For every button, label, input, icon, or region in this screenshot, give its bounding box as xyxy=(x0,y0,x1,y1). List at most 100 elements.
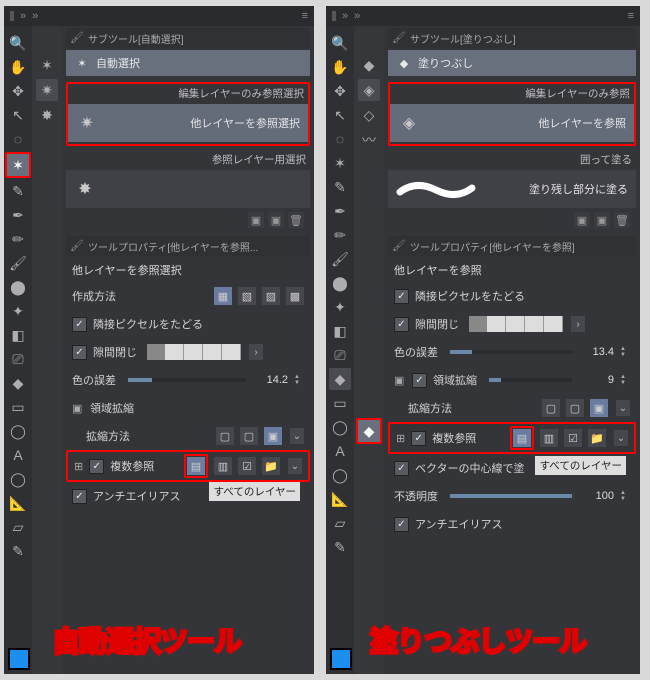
hand-icon[interactable]: ✋ xyxy=(7,56,29,78)
bucket2-icon[interactable]: ◈ xyxy=(358,79,380,101)
eraser-icon[interactable]: ◧ xyxy=(7,324,29,346)
ruler-icon[interactable]: 📐 xyxy=(7,492,29,514)
auto-select-icon[interactable]: ✶ xyxy=(329,152,351,174)
pencil-icon[interactable]: ✏ xyxy=(7,228,29,250)
fill-icon[interactable]: ◆ xyxy=(329,368,351,390)
tool-icon[interactable]: ✦ xyxy=(7,300,29,322)
expand-icon[interactable]: ⊞ xyxy=(74,460,83,473)
balloon-icon[interactable]: ◯ xyxy=(329,464,351,486)
method-btn[interactable]: ▢ xyxy=(566,399,584,417)
collapse-icon[interactable]: ▣ xyxy=(72,402,84,415)
dup-icon[interactable]: ▣ xyxy=(594,212,610,228)
spark1-icon[interactable]: ✶ xyxy=(36,54,58,76)
collapse-icon[interactable]: ▣ xyxy=(394,374,406,387)
ref-all-layers-btn[interactable]: ▤ xyxy=(513,429,531,447)
value[interactable]: 13.4 xyxy=(584,346,614,358)
chevron-down-icon[interactable]: ⌄ xyxy=(290,428,304,444)
method-btn[interactable]: ▣ xyxy=(590,399,608,417)
checkbox[interactable] xyxy=(89,459,104,474)
hand-icon[interactable]: ✋ xyxy=(329,56,351,78)
checkbox[interactable] xyxy=(72,317,87,332)
subtool-ref-layer[interactable]: ✸ xyxy=(66,170,310,208)
bucket1-icon[interactable]: ◆ xyxy=(358,54,380,76)
spinner[interactable] xyxy=(294,373,304,387)
pointer-icon[interactable]: ↖ xyxy=(7,104,29,126)
checkbox[interactable] xyxy=(394,517,409,532)
frame-icon[interactable]: ▱ xyxy=(329,512,351,534)
shape-icon[interactable]: ◯ xyxy=(329,416,351,438)
gradient-icon[interactable]: ▭ xyxy=(7,396,29,418)
blend-icon[interactable]: ⎚ xyxy=(7,348,29,370)
subtool-other-layer[interactable]: ✷他レイヤーを参照選択 xyxy=(68,104,308,142)
value[interactable]: 9 xyxy=(584,374,614,386)
chevron-right-icon[interactable]: » xyxy=(342,10,348,22)
menu-icon[interactable]: ≡ xyxy=(302,10,308,22)
mode-btn[interactable]: ▧ xyxy=(238,287,256,305)
method-btn[interactable]: ▣ xyxy=(264,427,282,445)
checkbox[interactable] xyxy=(412,373,427,388)
chevron-right-icon[interactable]: » xyxy=(32,10,38,22)
airbrush-icon[interactable]: ⬤ xyxy=(329,272,351,294)
trash-icon[interactable]: 🗑 xyxy=(288,212,304,228)
checkbox[interactable] xyxy=(394,289,409,304)
pointer-icon[interactable]: ↖ xyxy=(329,104,351,126)
tool-icon[interactable]: ✦ xyxy=(329,296,351,318)
slider[interactable] xyxy=(128,378,246,382)
slider[interactable] xyxy=(489,378,572,382)
move-icon[interactable]: ✥ xyxy=(7,80,29,102)
text-icon[interactable]: A xyxy=(7,444,29,466)
ruler-icon[interactable]: 📐 xyxy=(329,488,351,510)
pencil-icon[interactable]: ✏ xyxy=(329,224,351,246)
spinner[interactable] xyxy=(620,345,630,359)
mode-btn[interactable]: ▨ xyxy=(262,287,280,305)
expand-icon[interactable]: ⊞ xyxy=(396,432,405,445)
auto-select-icon[interactable]: ✶ xyxy=(5,152,31,178)
trash-icon[interactable]: 🗑 xyxy=(614,212,630,228)
blend-icon[interactable]: ⎚ xyxy=(329,344,351,366)
ref-btn[interactable]: ▥ xyxy=(214,457,232,475)
tool-icon[interactable]: ✎ xyxy=(329,536,351,558)
gradient-icon[interactable]: ▭ xyxy=(329,392,351,414)
ref-btn[interactable]: ▥ xyxy=(540,429,558,447)
marquee-icon[interactable]: ◌ xyxy=(329,128,351,150)
bucket3-icon[interactable]: ◇ xyxy=(358,104,380,126)
ref-btn[interactable]: 📁 xyxy=(588,429,606,447)
gap-segments[interactable] xyxy=(147,344,241,360)
pen-icon[interactable]: ✒ xyxy=(7,204,29,226)
new-icon[interactable]: ▣ xyxy=(574,212,590,228)
marquee-icon[interactable]: ◌ xyxy=(7,128,29,150)
fill-tool-icon[interactable]: ◆ xyxy=(356,418,382,444)
chevron-down-icon[interactable]: ⌄ xyxy=(616,400,630,416)
spark3-icon[interactable]: ✸ xyxy=(36,104,58,126)
brush-icon[interactable]: 🖌 xyxy=(7,252,29,274)
spinner[interactable] xyxy=(620,373,630,387)
value[interactable]: 100 xyxy=(584,490,614,502)
method-btn[interactable]: ▢ xyxy=(216,427,234,445)
chevron-right-icon[interactable]: » xyxy=(20,10,26,22)
ref-btn[interactable]: ☑ xyxy=(564,429,582,447)
frame-icon[interactable]: ▱ xyxy=(7,516,29,538)
pen-icon[interactable]: ✒ xyxy=(329,200,351,222)
magnify-icon[interactable]: 🔍 xyxy=(329,32,351,54)
chevron-down-icon[interactable]: ⌄ xyxy=(288,458,302,474)
gap-segments[interactable] xyxy=(469,316,563,332)
method-btn[interactable]: ▢ xyxy=(240,427,258,445)
bucket4-icon[interactable]: 〰 xyxy=(358,129,380,151)
slider[interactable] xyxy=(450,494,572,498)
menu-icon[interactable]: ≡ xyxy=(628,10,634,22)
mode-btn[interactable]: ▦ xyxy=(214,287,232,305)
spark2-icon[interactable]: ✷ xyxy=(36,79,58,101)
ref-all-layers-btn[interactable]: ▤ xyxy=(187,457,205,475)
method-btn[interactable]: ▢ xyxy=(542,399,560,417)
chevron-down-icon[interactable]: ⌄ xyxy=(614,430,628,446)
eyedropper-icon[interactable]: ✎ xyxy=(329,176,351,198)
checkbox[interactable] xyxy=(72,489,87,504)
spinner[interactable] xyxy=(620,489,630,503)
checkbox[interactable] xyxy=(394,461,409,476)
value[interactable]: 14.2 xyxy=(258,374,288,386)
chevron-right-icon[interactable]: » xyxy=(354,10,360,22)
eraser-icon[interactable]: ◧ xyxy=(329,320,351,342)
airbrush-icon[interactable]: ⬤ xyxy=(7,276,29,298)
move-icon[interactable]: ✥ xyxy=(329,80,351,102)
slider[interactable] xyxy=(450,350,572,354)
